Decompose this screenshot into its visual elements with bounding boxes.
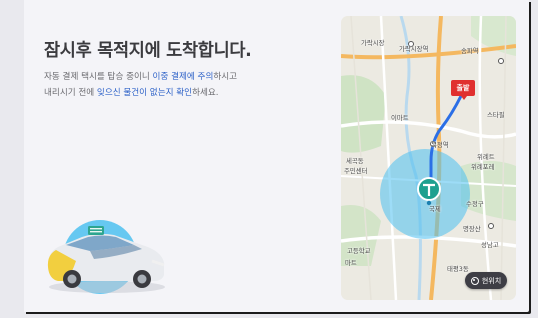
map-label-wirye-1: 위례트 xyxy=(477,153,495,161)
crosshair-icon xyxy=(470,276,479,285)
taxi-roof-sign xyxy=(88,226,104,235)
my-location-button[interactable]: 현위치 xyxy=(465,272,507,289)
description-line-2: 내리시기 전에 잊으신 물건이 없는지 확인하세요. xyxy=(44,88,219,98)
map-label-songpa: 송파역 xyxy=(461,47,479,55)
arrival-description: 자동 결제 택시를 탑승 중이니 이중 결제에 주의하시고 내리시기 전에 잊으… xyxy=(44,69,344,101)
map-label-star: 스타필 xyxy=(487,111,505,119)
map-label-school: 고등학교 xyxy=(347,247,371,255)
map-label-mart-2: 마트 xyxy=(345,259,357,267)
start-flag: 출발 xyxy=(451,80,475,100)
map-label-taepyeong: 태평3동 xyxy=(447,265,469,273)
map-label-center: 주민센터 xyxy=(344,167,368,175)
map-label-sujeong: 수정구 xyxy=(466,200,484,208)
map-label-myeonggo: 명장산 xyxy=(463,225,481,233)
route-map[interactable]: 가락시장 가락시장역 송파역 이마트 스타필 복정역 위례트 위례포레 세곡동 … xyxy=(341,16,516,300)
arrival-title: 잠시후 목적지에 도착합니다. xyxy=(44,41,252,61)
map-label-garak-market: 가락시장 xyxy=(361,39,385,47)
map-label-gukje: 국제 xyxy=(429,205,441,213)
my-location-label: 현위치 xyxy=(481,276,502,285)
double-payment-warning: 이중 결제에 주의 xyxy=(152,72,214,82)
map-label-mart: 이마트 xyxy=(391,114,409,122)
map-label-saegok: 세곡동 xyxy=(346,157,364,165)
map-label-garak-station: 가락시장역 xyxy=(399,45,429,53)
map-label-seongnam: 성남고 xyxy=(481,241,499,249)
lost-item-warning: 잊으신 물건이 없는지 확인 xyxy=(96,88,193,98)
taxi-illustration xyxy=(47,220,165,294)
map-label-wirye-2: 위례포레 xyxy=(471,163,495,171)
map-label-bokjeong: 복정역 xyxy=(431,141,449,149)
description-line-1: 자동 결제 택시를 탑승 중이니 이중 결제에 주의하시고 xyxy=(44,72,238,82)
